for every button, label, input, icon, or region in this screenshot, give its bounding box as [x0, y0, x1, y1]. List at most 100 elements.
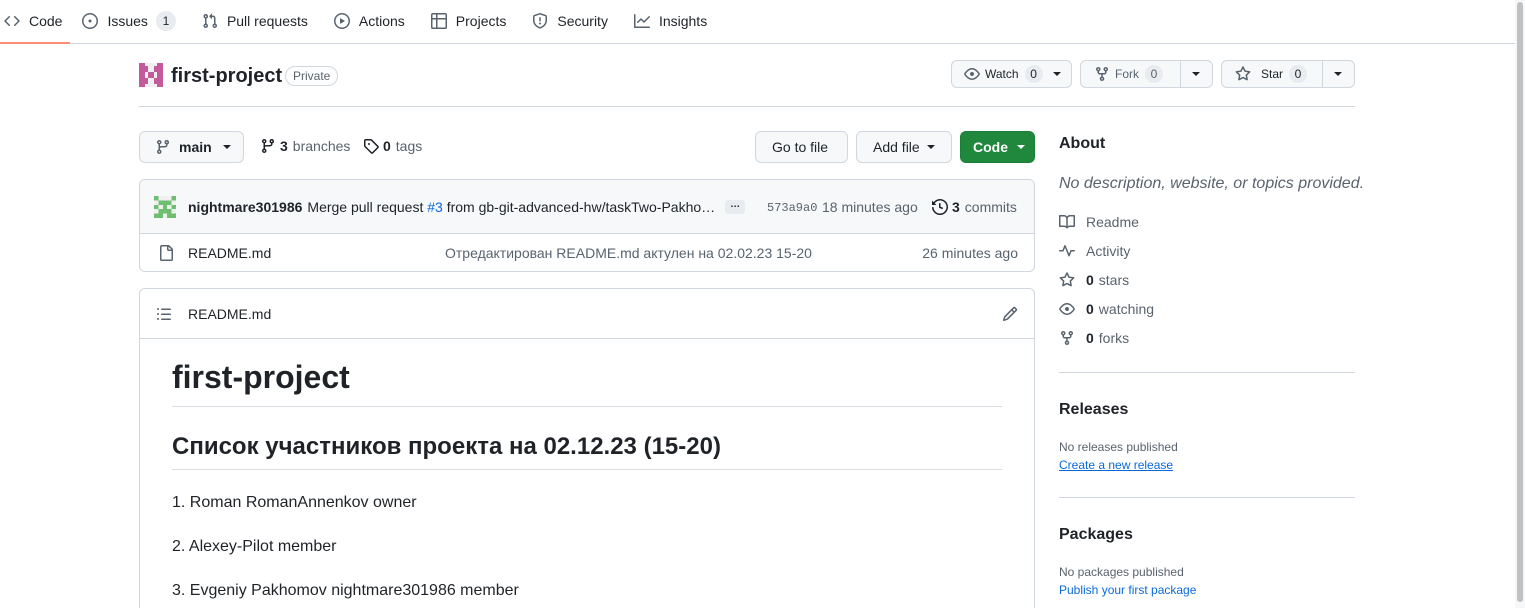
star-button[interactable]: Star 0: [1221, 60, 1355, 88]
tab-label: Pull requests: [226, 13, 308, 29]
branch-select-button[interactable]: main: [139, 131, 244, 163]
eye-icon: [964, 66, 980, 82]
readme-filename[interactable]: README.md: [188, 306, 271, 322]
tab-label: Issues: [107, 13, 148, 29]
commit-message-suffix: from gb-git-advanced-hw/taskTwo-Pakho…: [446, 198, 716, 215]
tab-security[interactable]: Security: [528, 0, 620, 43]
scrollbar-thumb[interactable]: [1517, 2, 1523, 602]
add-file-button[interactable]: Add file: [856, 131, 952, 163]
publish-package-link[interactable]: Publish your first package: [1059, 583, 1196, 597]
file-commit-message[interactable]: Отредактирован README.md актулен на 02.0…: [445, 245, 812, 261]
repo-name-link[interactable]: first-project: [171, 65, 282, 88]
star-icon: [1059, 272, 1075, 288]
stars-link[interactable]: 0 stars: [1059, 272, 1129, 288]
forks-count: 0: [1086, 330, 1094, 346]
tab-label: Projects: [455, 13, 507, 29]
chevron-down-icon: [1334, 72, 1342, 76]
table-icon: [430, 13, 447, 29]
fork-icon: [1094, 66, 1110, 82]
watch-label: Watch: [985, 67, 1019, 81]
commit-message-prefix: Merge pull request: [307, 198, 424, 215]
readme-list-item: 1. Roman RomanAnnenkov owner: [172, 494, 417, 511]
go-to-file-button[interactable]: Go to file: [755, 131, 848, 163]
activity-link[interactable]: Activity: [1059, 243, 1130, 259]
repo-nav: Code Issues 1 Pull requests Actions Proj…: [0, 0, 1515, 44]
tags-label: tags: [395, 138, 423, 154]
chevron-down-icon: [1192, 72, 1200, 76]
author-avatar[interactable]: [154, 195, 176, 218]
stars-label: stars: [1098, 272, 1130, 288]
stars-count: 0: [1086, 272, 1094, 288]
forks-link[interactable]: 0 forks: [1059, 330, 1129, 346]
tab-actions[interactable]: Actions: [330, 0, 417, 43]
star-label: Star: [1261, 67, 1284, 81]
list-unordered-icon[interactable]: [156, 306, 172, 322]
commits-count: 3: [952, 199, 960, 215]
tags-count: 0: [383, 138, 391, 154]
sidebar-divider: [1059, 497, 1355, 498]
fork-count: 0: [1145, 65, 1163, 83]
branches-link[interactable]: 3 branches: [260, 138, 350, 154]
fork-icon: [1059, 330, 1075, 346]
code-button-label: Code: [973, 139, 1008, 155]
releases-heading[interactable]: Releases: [1059, 401, 1128, 419]
readme-header: README.md: [140, 289, 1034, 339]
visibility-badge: Private: [285, 66, 339, 86]
packages-heading[interactable]: Packages: [1059, 526, 1133, 544]
commit-author-link[interactable]: nightmare301986: [188, 199, 302, 215]
go-to-file-label: Go to file: [772, 139, 829, 155]
commits-history-link[interactable]: 3 commits: [932, 199, 1017, 215]
code-button[interactable]: Code: [960, 131, 1035, 163]
file-name-link[interactable]: README.md: [188, 245, 271, 261]
watching-label: watching: [1098, 301, 1155, 317]
play-icon: [333, 13, 350, 29]
book-icon: [1059, 214, 1075, 230]
watch-button[interactable]: Watch 0: [951, 60, 1072, 88]
commit-issue-link[interactable]: #3: [427, 199, 443, 215]
commit-time[interactable]: 18 minutes ago: [822, 199, 918, 215]
tab-projects[interactable]: Projects: [427, 0, 519, 43]
commits-label: commits: [964, 199, 1017, 215]
readme-list-item: 3. Evgeniy Pakhomov nightmare301986 memb…: [172, 582, 519, 599]
chevron-down-icon: [222, 145, 231, 149]
star-dropdown[interactable]: [1322, 61, 1353, 87]
fork-label: Fork: [1115, 67, 1139, 81]
expand-message-button[interactable]: …: [725, 199, 746, 214]
commit-message[interactable]: Merge pull request #3 from gb-git-advanc…: [307, 199, 715, 215]
branch-icon: [260, 138, 276, 154]
branches-count: 3: [280, 138, 288, 154]
readme-link[interactable]: Readme: [1059, 214, 1139, 230]
fork-button[interactable]: Fork 0: [1080, 60, 1213, 88]
branches-label: branches: [292, 138, 351, 154]
star-icon: [1235, 66, 1251, 82]
readme-content: first-project Список участников проекта …: [140, 359, 1034, 600]
tab-label: Code: [29, 13, 63, 29]
tab-label: Security: [557, 13, 608, 29]
tags-link[interactable]: 0 tags: [363, 138, 422, 154]
issue-icon: [82, 13, 99, 29]
tab-code[interactable]: Code: [0, 0, 71, 44]
tab-insights[interactable]: Insights: [630, 0, 719, 43]
graph-icon: [633, 13, 650, 29]
chevron-down-icon: [1052, 72, 1061, 76]
tag-icon: [363, 138, 379, 154]
history-icon: [932, 199, 948, 215]
readme-box: README.md first-project Список участнико…: [139, 288, 1035, 608]
tab-label: Actions: [358, 13, 405, 29]
about-description: No description, website, or topics provi…: [1059, 175, 1365, 192]
vertical-scrollbar[interactable]: [1515, 0, 1525, 608]
tab-pull-requests[interactable]: Pull requests: [198, 0, 320, 43]
fork-dropdown[interactable]: [1180, 61, 1211, 87]
packages-empty-text: No packages published: [1059, 565, 1184, 579]
branch-name: main: [179, 139, 212, 155]
commit-sha-link[interactable]: 573a9a0: [767, 201, 817, 215]
repo-header: first-project Private Watch 0 Fork 0 Sta…: [139, 56, 1355, 107]
star-count: 0: [1289, 65, 1308, 83]
pencil-icon[interactable]: [1002, 306, 1018, 322]
tab-issues[interactable]: Issues 1: [78, 0, 187, 43]
create-release-link[interactable]: Create a new release: [1059, 458, 1173, 472]
about-heading: About: [1059, 135, 1106, 152]
tab-label: Insights: [658, 13, 708, 29]
watchers-link[interactable]: 0 watching: [1059, 301, 1154, 317]
readme-title: first-project: [172, 359, 1002, 407]
